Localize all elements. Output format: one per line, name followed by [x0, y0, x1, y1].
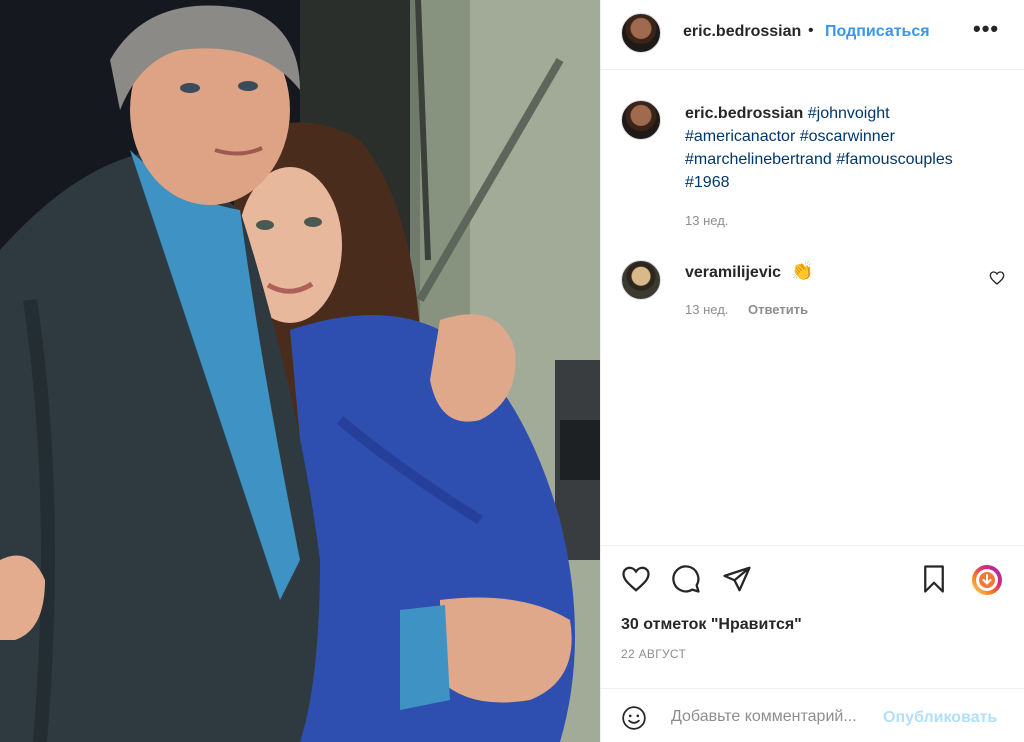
- hashtag-link[interactable]: #americanactor: [685, 128, 795, 145]
- hashtag-link[interactable]: #oscarwinner: [800, 128, 895, 145]
- post-photo-image: [0, 0, 600, 742]
- commenter-username[interactable]: veramilijevic: [685, 264, 781, 282]
- caption-timestamp[interactable]: 13 нед.: [685, 213, 728, 228]
- paper-plane-icon[interactable]: [722, 564, 752, 594]
- follow-button[interactable]: Подписаться: [825, 23, 930, 41]
- post-panel: eric.bedrossian • Подписаться ••• eric.b…: [600, 0, 1024, 742]
- download-circle-icon[interactable]: [971, 564, 1003, 596]
- post-photo[interactable]: [0, 0, 600, 742]
- post-header: eric.bedrossian • Подписаться •••: [601, 0, 1024, 70]
- author-username[interactable]: eric.bedrossian: [683, 23, 801, 41]
- hashtag-link[interactable]: #1968: [685, 174, 730, 191]
- caption-text: eric.bedrossian #johnvoight #americanact…: [685, 102, 1005, 194]
- more-options-icon[interactable]: •••: [973, 16, 999, 42]
- hashtag-link[interactable]: #marchelinebertrand: [685, 151, 832, 168]
- clapping-hands-emoji: 👏: [791, 261, 814, 281]
- bookmark-icon[interactable]: [919, 564, 949, 594]
- publish-button[interactable]: Опубликовать: [883, 709, 997, 727]
- caption-avatar[interactable]: [621, 100, 661, 140]
- likes-count[interactable]: 30 отметок "Нравится": [621, 616, 802, 634]
- heart-icon[interactable]: [621, 564, 651, 594]
- commenter-avatar[interactable]: [621, 260, 661, 300]
- comment-timestamp[interactable]: 13 нед.: [685, 302, 728, 317]
- comment-like-heart-icon[interactable]: [989, 270, 1005, 286]
- reply-button[interactable]: Ответить: [748, 302, 808, 317]
- hashtag-link[interactable]: #famouscouples: [836, 151, 953, 168]
- smiley-icon[interactable]: [621, 705, 647, 731]
- caption-username[interactable]: eric.bedrossian: [685, 105, 803, 122]
- separator-dot: •: [808, 22, 814, 39]
- add-comment-bar: Опубликовать: [601, 688, 1024, 742]
- action-bar: [601, 545, 1024, 605]
- post-date[interactable]: 22 АВГУСТ: [621, 647, 686, 661]
- hashtag-link[interactable]: #johnvoight: [808, 105, 890, 122]
- comment-input[interactable]: [671, 705, 881, 729]
- author-avatar[interactable]: [621, 13, 661, 53]
- comment-icon[interactable]: [671, 564, 701, 594]
